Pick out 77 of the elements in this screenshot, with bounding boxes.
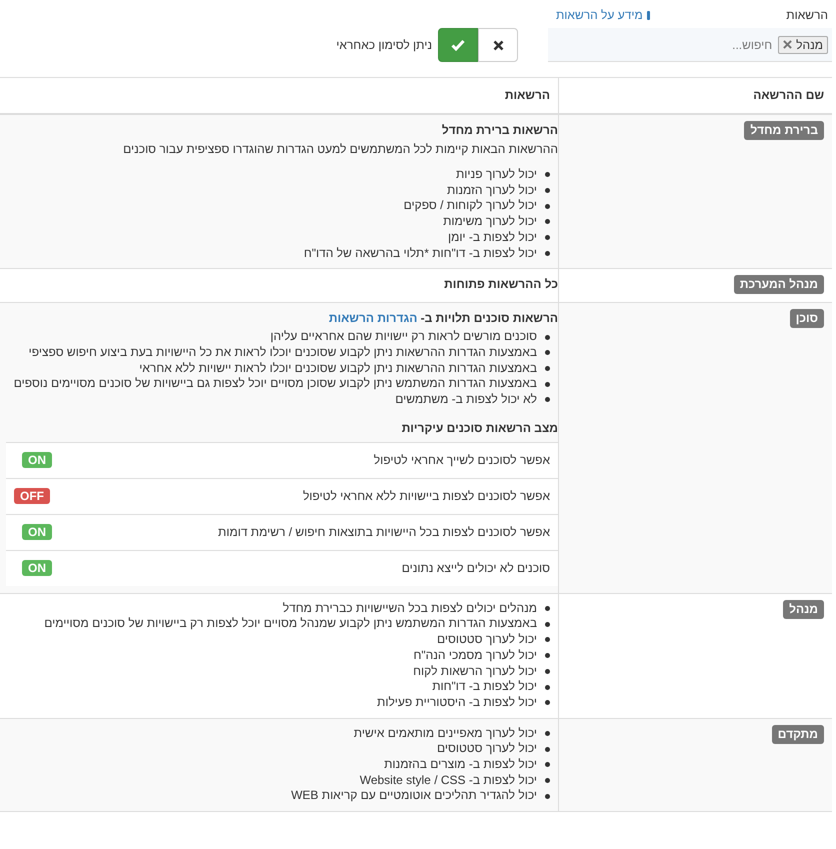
column-header: הרשאות <box>504 87 551 104</box>
list-item: באמצעות הגדרות המשתמש ניתן לקבוע שמנהל מסויים יוכל לצפות רק ביישויות של סוכנים מסויימים <box>44 616 537 632</box>
setting-label: סוכנים לא יכולים לייצא נתונים <box>402 561 550 576</box>
setting-label: אפשר לסוכנים לצפות ביישויות ללא אחראי לטיפול <box>302 489 550 504</box>
status-badge: OFF <box>14 488 50 504</box>
bullet-icon <box>545 382 550 387</box>
role-badge: מנהל <box>783 600 824 619</box>
role-badge: מתקדם <box>772 724 824 744</box>
list-item: יכול לערוך מאפיינים מותאמים אישית <box>354 726 537 742</box>
filter-tag[interactable]: מנהל <box>778 36 828 54</box>
bullet-icon <box>545 653 550 658</box>
bullet-icon <box>545 778 550 784</box>
bullet-icon <box>545 235 550 240</box>
list-item: יכול לערוך סטטוסים <box>436 741 537 758</box>
list-item: יכול לערוך משימות <box>443 214 537 230</box>
list-item: יכול לערוך פניות <box>456 167 537 183</box>
list-item: מנהלים יכולים לצפות בכל השיישויות כברירת מחדל <box>282 600 537 616</box>
toggle-button[interactable] <box>438 28 478 62</box>
bullet-icon <box>545 700 550 706</box>
list-item: יכול לצפות ב- Website style / CSS <box>360 772 537 788</box>
section-heading: מצב הרשאות סוכנים עיקריות <box>400 420 558 436</box>
list-item: יכול לצפות ב- היסטוריית פעילות <box>377 694 537 711</box>
list-item: יכול לצפות ב- יומן <box>448 230 537 246</box>
toggle-button[interactable] <box>478 28 518 62</box>
list-item: סוכנים מורשים לראות רק יישויות שהם אחראיים עליהן <box>270 329 537 345</box>
list-item: באמצעות הגדרות ההרשאות ניתן לקבוע שסוכנים יוכלו לראות את כל היישויות בעת ביצוע חיפוש ספציפי <box>28 344 537 361</box>
bullet-icon <box>545 188 550 194</box>
role-badge: מנהל המערכת <box>734 275 824 294</box>
bullet-icon <box>545 746 550 752</box>
list-item: יכול לערוך מסמכי הנה"ח <box>413 648 537 664</box>
status-badge: ON <box>22 524 52 540</box>
list-item: באמצעות הגדרות ההרשאות ניתן לקבוע שסוכנים יוכלו לראות יישויות ללא אחראי <box>139 360 537 376</box>
bullet-icon <box>545 762 550 768</box>
column-header: שם ההרשאה <box>558 78 832 113</box>
status-badge: ON <box>22 452 52 468</box>
bullet-icon <box>545 334 550 340</box>
settings-link[interactable]: הגדרות הרשאות <box>328 311 418 326</box>
status-badge: ON <box>22 560 52 576</box>
option-label: ניתן לסימון כאחראי <box>336 38 432 52</box>
list-item: יכול לערוך סטטוסים <box>436 632 537 648</box>
bullet-icon <box>545 366 550 371</box>
search-field[interactable]: מנהל חיפוש... <box>548 28 832 62</box>
bullet-icon <box>545 350 550 356</box>
bullet-icon <box>545 250 550 256</box>
bullet-icon <box>545 668 550 674</box>
info-link[interactable]: מידע על הרשאות <box>556 8 650 22</box>
bullet-icon <box>545 622 550 627</box>
bullet-icon <box>545 637 550 642</box>
list-item: יכול לערוך הזמנות <box>446 182 537 198</box>
list-item: יכול לערוך הרשאות לקוח <box>413 664 537 680</box>
check-icon <box>451 39 465 51</box>
description-text: ההרשאות הבאות קיימות לכל המשתמשים למעט הגדרות שהוגדרו ספציפית עבור סוכנים <box>122 141 558 157</box>
list-item: באמצעות הגדרות המשתמש ניתן לקבוע שסוכן מסויים יוכל לצפות גם ביישויות של סוכנים מסויימים נוספים <box>14 376 537 392</box>
bullet-icon <box>545 172 550 178</box>
setting-label: אפשר לסוכנים לצפות בכל היישויות בתוצאות חיפוש / רשימת דומות <box>218 525 550 540</box>
field-label: הרשאות <box>786 8 828 22</box>
bullet-icon <box>545 684 550 690</box>
close-icon <box>492 40 504 50</box>
setting-label: אפשר לסוכנים לשייך אחראי לטיפול <box>374 453 550 468</box>
section-heading: כל ההרשאות פתוחות <box>443 276 558 292</box>
list-item: יכול לצפות ב- דו"חות <box>432 679 537 695</box>
list-item: יכול לערוך לקוחות / ספקים <box>404 198 537 214</box>
bullet-icon <box>545 204 550 209</box>
remove-icon[interactable] <box>783 40 792 49</box>
list-item: יכול להגדיר תהליכים אוטומטיים עם קריאות WEB <box>291 788 537 804</box>
bullet-icon <box>545 219 550 224</box>
role-badge: סוכן <box>790 309 824 328</box>
bullet-icon <box>545 731 550 736</box>
list-item: יכול לצפות ב- מוצרים בהזמנות <box>384 757 537 773</box>
bullet-icon <box>545 397 550 402</box>
role-badge: ברירת מחדל <box>744 121 824 140</box>
bullet-icon <box>545 606 550 612</box>
list-item: יכול לצפות ב- דו"חות *תלוי בהרשאה של הדו"ח <box>304 246 537 262</box>
list-item: לא יכול לצפות ב- משתמשים <box>395 392 537 408</box>
section-heading: הרשאות ברירת מחדל <box>440 122 558 138</box>
bullet-icon <box>545 794 550 799</box>
section-heading: הרשאות סוכנים תלויות ב- הגדרות הרשאות <box>328 310 558 326</box>
